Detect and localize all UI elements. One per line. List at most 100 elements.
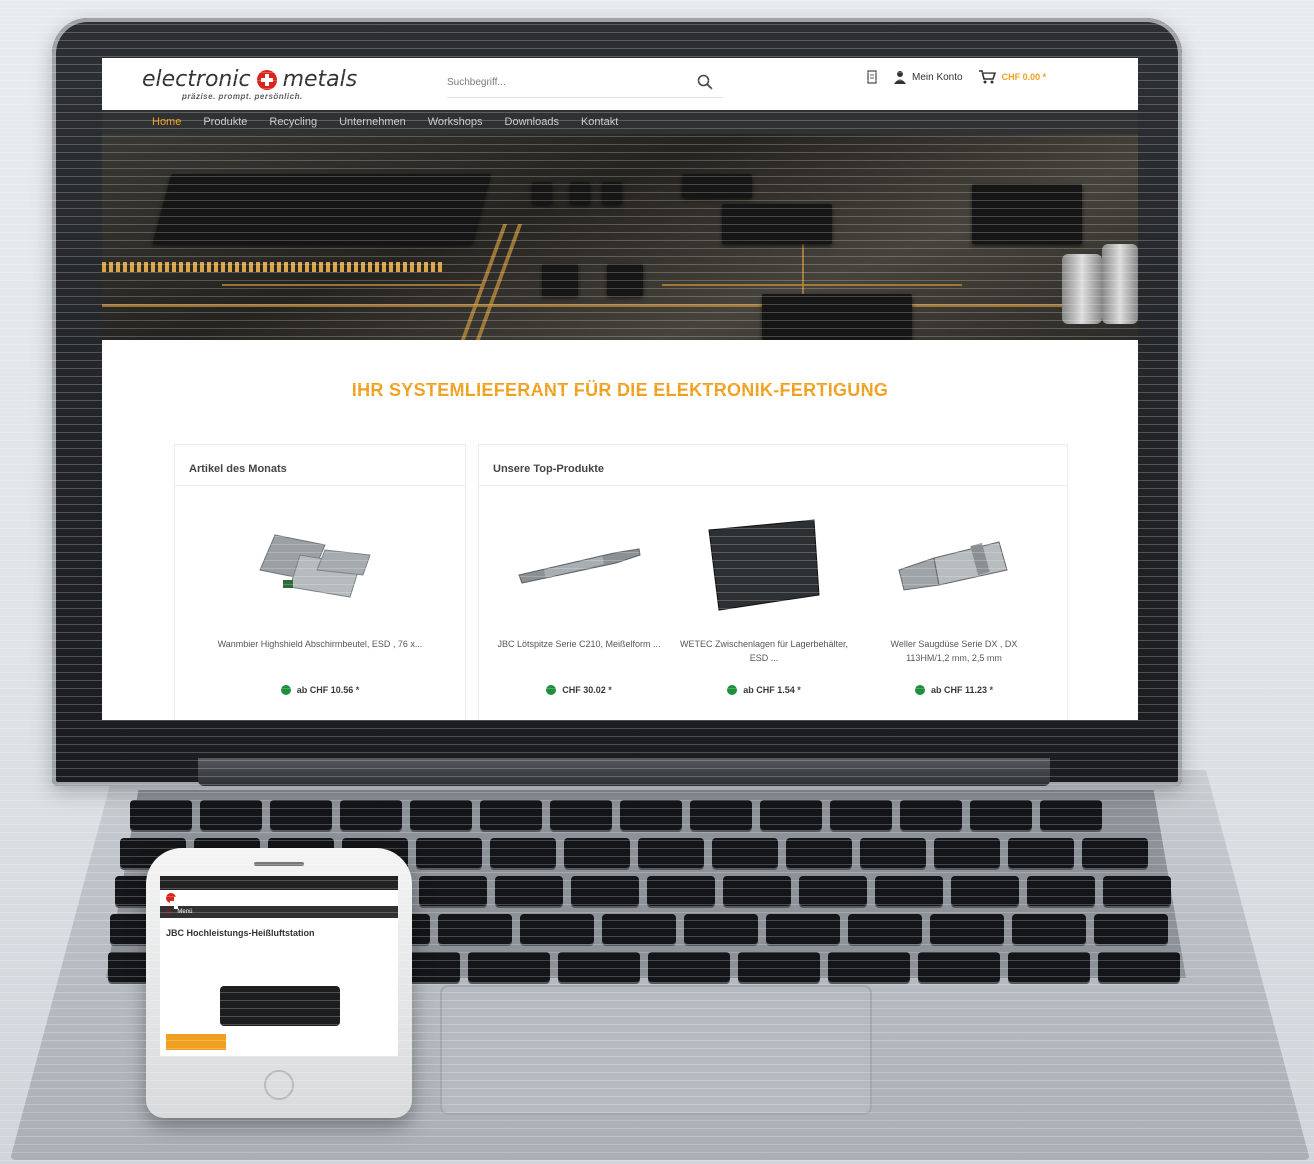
keyboard-key [690,800,752,830]
keyboard-key [416,838,482,868]
price-text: ab CHF 10.56 * [296,685,360,695]
keyboard-key [1012,914,1086,944]
keyboard-key [1103,876,1171,906]
nav-item-produkte[interactable]: Produkte [203,116,247,128]
keyboard-key [799,876,867,906]
keyboard-key [918,952,1000,982]
keyboard-key [602,914,676,944]
article-of-month-box: Artikel des Monats Wanmbier Highshield A… [174,444,466,720]
keyboard-key [270,800,332,830]
nav-item-kontakt[interactable]: Kontakt [581,116,618,128]
laptop-hinge [198,758,1050,786]
keyboard-key [130,800,192,830]
keyboard-row [130,800,1102,830]
cart-icon [978,70,996,84]
product-name[interactable]: Wanmbier Highshield Abschirmbeutel, ESD … [185,637,455,667]
keyboard-key [520,914,594,944]
phone-speaker [254,862,304,866]
keyboard-key [340,800,402,830]
keyboard-key [828,952,910,982]
product-price: ab CHF 1.54 * [679,685,849,695]
product-card[interactable]: Weller Saugdüse Serie DX , DX 113HM/1,2 … [869,515,1039,695]
product-card[interactable]: Wanmbier Highshield Abschirmbeutel, ESD … [218,515,422,695]
shielding-bags-image[interactable] [235,515,405,615]
product-price: CHF 30.02 * [494,685,664,695]
phone-menu-label[interactable]: Menü [177,909,192,915]
nav-item-home[interactable]: Home [152,116,181,128]
in-stock-icon [727,685,738,695]
keyboard-key [786,838,852,868]
user-icon [894,71,906,84]
nav-item-unternehmen[interactable]: Unternehmen [339,116,406,128]
nav-item-recycling[interactable]: Recycling [269,116,317,128]
keyboard-key [712,838,778,868]
price-text: ab CHF 1.54 * [743,685,801,695]
keyboard-key [930,914,1004,944]
box-title: Artikel des Monats [175,445,465,486]
keyboard-key [1082,838,1148,868]
search-box [447,68,723,98]
account-label: Mein Konto [912,71,963,83]
keyboard-key [875,876,943,906]
product-name[interactable]: JBC Lötspitze Serie C210, Meißelform ... [494,637,664,667]
keyboard-key [468,952,550,982]
keyboard-key [638,838,704,868]
suction-nozzle-image[interactable] [869,515,1039,615]
keyboard-key [1040,800,1102,830]
search-icon[interactable] [697,74,713,90]
swiss-cross-icon [166,893,182,909]
phone-status-bar [160,876,398,890]
product-card[interactable]: JBC Lötspitze Serie C210, Meißelform ...… [494,515,664,695]
account-link[interactable]: Mein Konto [893,70,963,84]
site-header: electronic metals präzise. prompt. persö… [102,58,1138,110]
swiss-cross-icon [256,69,277,90]
in-stock-icon [546,685,557,695]
keyboard-key [558,952,640,982]
in-stock-icon [914,685,925,695]
keyboard-key [564,838,630,868]
nav-item-downloads[interactable]: Downloads [505,116,559,128]
cart-link[interactable]: CHF 0.00 * [978,70,1047,84]
laptop-screen: electronic metals präzise. prompt. persö… [102,58,1138,720]
keyboard-key [934,838,1000,868]
search-input[interactable] [447,77,677,88]
keyboard-key [723,876,791,906]
notepad-icon[interactable] [867,70,877,84]
main-nav: Home Produkte Recycling Unternehmen Work… [102,110,1138,134]
keyboard-key [1008,952,1090,982]
top-products-box: Unsere Top-Produkte JBC Lötspitze Serie … [478,444,1068,720]
keyboard-key [438,914,512,944]
keyboard-key [1008,838,1074,868]
keyboard-key [495,876,563,906]
phone-product-title-text: JBC Hochleistungs-Heißluftstation [166,928,315,938]
nav-item-workshops[interactable]: Workshops [428,116,483,128]
product-name[interactable]: WETEC Zwischenlagen für Lagerbehälter, E… [679,637,849,667]
keyboard-key [970,800,1032,830]
header-actions: Mein Konto CHF 0.00 * [867,70,1046,84]
soldering-tip-image[interactable] [494,515,664,615]
keyboard-key [419,876,487,906]
keyboard-key [684,914,758,944]
phone-nav: ☰ Menü [160,906,398,918]
phone-home-button [264,1070,294,1100]
keyboard-key [766,914,840,944]
keyboard-key [571,876,639,906]
trackpad [440,985,872,1115]
hot-air-station-image [220,986,340,1026]
phone-menu-icon[interactable]: ☰ [166,909,171,916]
keyboard-key [860,838,926,868]
box-title: Unsere Top-Produkte [479,445,1067,486]
esd-sheet-image[interactable] [679,515,849,615]
keyboard-key [848,914,922,944]
product-card[interactable]: WETEC Zwischenlagen für Lagerbehälter, E… [679,515,849,695]
logo-text-metals: metals [282,67,358,92]
smartphone: ☰ Menü JBC Hochleistungs-Heißluftstation [146,848,412,1118]
cart-price: CHF 0.00 * [1001,72,1047,82]
site-logo[interactable]: electronic metals präzise. prompt. persö… [142,67,392,101]
keyboard-key [738,952,820,982]
keyboard-key [951,876,1019,906]
phone-product-title: JBC Hochleistungs-Heißluftstation [160,918,398,942]
product-name[interactable]: Weller Saugdüse Serie DX , DX 113HM/1,2 … [869,637,1039,667]
keyboard-key [647,876,715,906]
keyboard-key [550,800,612,830]
